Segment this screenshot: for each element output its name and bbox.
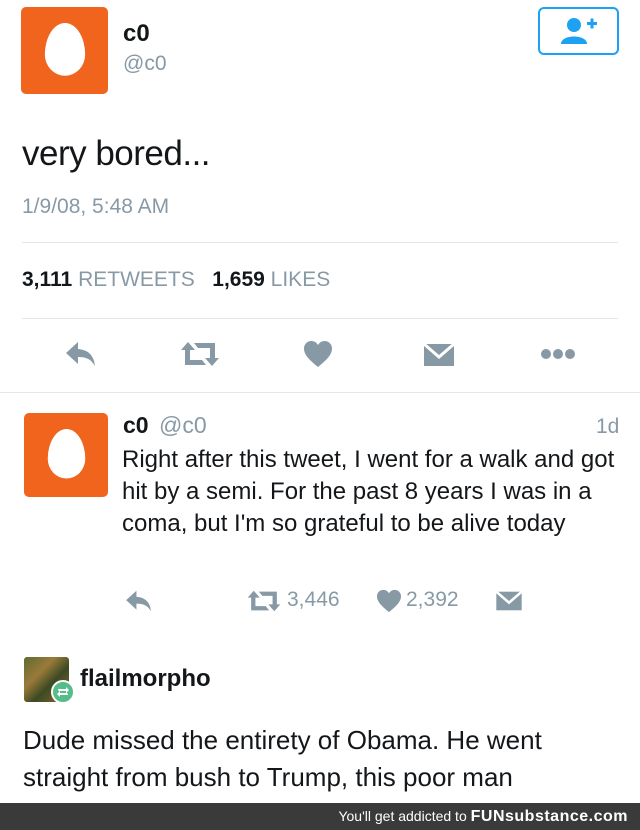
direct-message-icon <box>423 342 455 366</box>
likes-count[interactable]: 1,659 <box>212 268 265 291</box>
watermark-bar: You'll get addicted to FUNsubstance.com <box>0 803 640 830</box>
add-user-icon <box>560 18 597 44</box>
egg-avatar-icon <box>44 23 86 76</box>
more-button[interactable] <box>540 347 576 366</box>
reply-button[interactable] <box>64 340 98 373</box>
tweet-text: very bored... <box>22 134 211 173</box>
user-handle[interactable]: @c0 <box>123 52 167 76</box>
more-icon <box>541 349 575 359</box>
heart-icon <box>304 341 332 367</box>
reply-dm-button[interactable] <box>495 590 523 617</box>
retweet-button[interactable] <box>180 340 220 373</box>
heart-icon <box>377 589 401 613</box>
direct-message-button[interactable] <box>423 342 455 373</box>
retweet-icon <box>181 342 219 366</box>
reply-retweet-count[interactable]: 3,446 <box>287 588 340 612</box>
tumblr-username[interactable]: flailmorpho <box>80 665 211 693</box>
watermark-tagline: You'll get addicted to <box>338 808 467 824</box>
divider <box>0 392 640 393</box>
tweet-timestamp[interactable]: 1/9/08, 5:48 AM <box>22 195 169 219</box>
reblog-icon <box>57 687 69 697</box>
reblog-badge <box>51 680 75 704</box>
divider <box>22 318 618 319</box>
reply-reply-button[interactable] <box>124 589 154 618</box>
avatar[interactable] <box>21 7 108 94</box>
reply-user-handle[interactable]: @c0 <box>159 412 207 438</box>
comment-text: Dude missed the entirety of Obama. He we… <box>23 725 542 792</box>
reply-time-ago[interactable]: 1d <box>596 415 619 439</box>
retweet-icon <box>247 590 281 612</box>
reply-icon <box>66 342 95 366</box>
reply-header: c0 @c0 <box>123 412 207 439</box>
reply-like-count[interactable]: 2,392 <box>406 588 459 612</box>
reply-avatar[interactable] <box>24 413 108 497</box>
reply-icon <box>126 590 151 612</box>
watermark-brand[interactable]: FUNsubstance.com <box>471 808 628 825</box>
egg-avatar-icon <box>47 429 86 479</box>
likes-label[interactable]: LIKES <box>271 268 331 291</box>
tweet-stats: 3,111 RETWEETS 1,659 LIKES <box>22 268 330 292</box>
reply-like-button[interactable] <box>376 589 402 618</box>
follow-button[interactable] <box>538 7 619 55</box>
reply-text: Right after this tweet, I went for a wal… <box>122 446 615 537</box>
like-button[interactable] <box>303 340 333 373</box>
reply-display-name[interactable]: c0 <box>123 412 149 438</box>
divider <box>22 242 618 243</box>
retweets-label[interactable]: RETWEETS <box>78 268 195 291</box>
reply-retweet-button[interactable] <box>246 589 282 618</box>
retweets-count[interactable]: 3,111 <box>22 268 72 291</box>
direct-message-icon <box>495 590 523 611</box>
watermark-text: You'll get addicted to FUNsubstance.com <box>338 808 628 826</box>
display-name[interactable]: c0 <box>123 20 150 48</box>
